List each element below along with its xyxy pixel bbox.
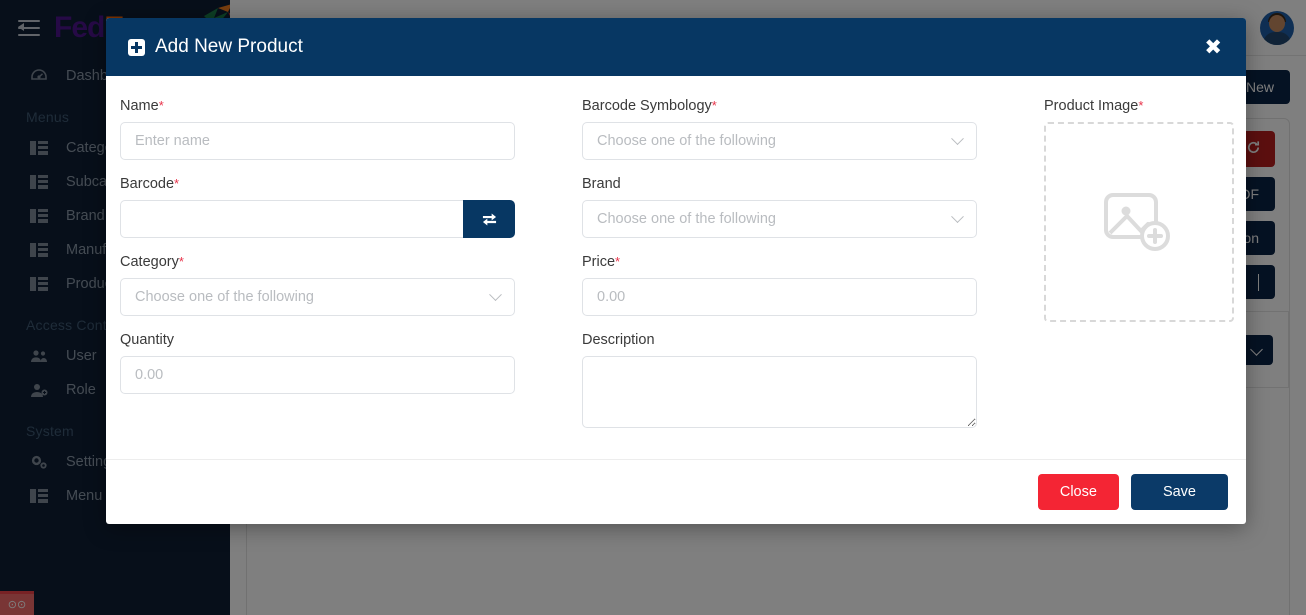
field-barcode-symbology-label-text: Barcode Symbology [582, 98, 712, 114]
brand-select-value: Choose one of the following [597, 211, 776, 227]
product-form: Name* Barcode* [120, 98, 1234, 449]
field-price-label: Price* [582, 254, 1012, 270]
field-price: Price* [582, 254, 1012, 316]
generate-barcode-button[interactable] [463, 200, 515, 238]
field-quantity-label: Quantity [120, 332, 174, 348]
plus-square-icon [128, 38, 145, 56]
field-product-image-label-text: Product Image [1044, 98, 1139, 114]
field-name-label: Name* [120, 98, 550, 114]
form-column-middle: Barcode Symbology* Choose one of the fol… [582, 98, 1012, 449]
quantity-input[interactable] [120, 356, 515, 394]
barcode-symbology-select[interactable]: Choose one of the following [582, 122, 977, 160]
category-select[interactable]: Choose one of the following [120, 278, 515, 316]
add-new-product-modal: Add New Product ✖ Name* Barcode* [106, 18, 1246, 524]
field-description: Description [582, 332, 1012, 433]
field-barcode: Barcode* [120, 176, 550, 238]
field-product-image: Product Image* [1044, 98, 1234, 322]
name-input[interactable] [120, 122, 515, 160]
description-textarea[interactable] [582, 356, 977, 428]
field-barcode-label: Barcode* [120, 176, 550, 192]
price-input[interactable] [582, 278, 977, 316]
field-barcode-label-text: Barcode [120, 176, 175, 192]
field-category: Category* Choose one of the following [120, 254, 550, 316]
form-column-right: Product Image* [1044, 98, 1234, 449]
field-barcode-symbology-label: Barcode Symbology* [582, 98, 1012, 114]
required-marker: * [174, 176, 180, 191]
required-marker: * [178, 254, 184, 269]
chevron-down-icon [951, 209, 964, 223]
field-category-label: Category* [120, 254, 550, 270]
field-description-label: Description [582, 332, 655, 348]
close-icon[interactable]: ✖ [1202, 37, 1224, 58]
field-price-label-text: Price [582, 254, 616, 270]
category-select-value: Choose one of the following [135, 289, 314, 305]
modal-title-text: Add New Product [155, 36, 303, 57]
field-name-label-text: Name [120, 98, 159, 114]
modal-title: Add New Product [128, 36, 303, 58]
product-image-dropzone[interactable] [1044, 122, 1234, 322]
brand-select[interactable]: Choose one of the following [582, 200, 977, 238]
barcode-symbology-select-value: Choose one of the following [597, 133, 776, 149]
barcode-input[interactable] [120, 200, 463, 238]
required-marker: * [711, 98, 717, 113]
modal-header: Add New Product ✖ [106, 18, 1246, 76]
image-add-icon [1104, 193, 1170, 251]
chevron-down-icon [951, 131, 964, 145]
field-quantity: Quantity [120, 332, 550, 394]
screen: FedEx Dashboard Menus Category [0, 0, 1306, 615]
form-column-left: Name* Barcode* [120, 98, 550, 449]
barcode-input-group [120, 200, 515, 238]
modal-footer: Close Save [106, 459, 1246, 524]
field-barcode-symbology: Barcode Symbology* Choose one of the fol… [582, 98, 1012, 160]
close-button[interactable]: Close [1037, 474, 1119, 510]
field-name: Name* [120, 98, 550, 160]
required-marker: * [1138, 98, 1144, 113]
save-button[interactable]: Save [1130, 474, 1228, 510]
field-product-image-label: Product Image* [1044, 98, 1234, 114]
field-brand: Brand Choose one of the following [582, 176, 1012, 238]
field-brand-label: Brand [582, 176, 621, 192]
required-marker: * [158, 98, 164, 113]
modal-body: Name* Barcode* [106, 76, 1246, 459]
required-marker: * [615, 254, 621, 269]
field-category-label-text: Category [120, 254, 179, 270]
exchange-arrows-icon [482, 213, 496, 225]
chevron-down-icon [489, 287, 502, 301]
